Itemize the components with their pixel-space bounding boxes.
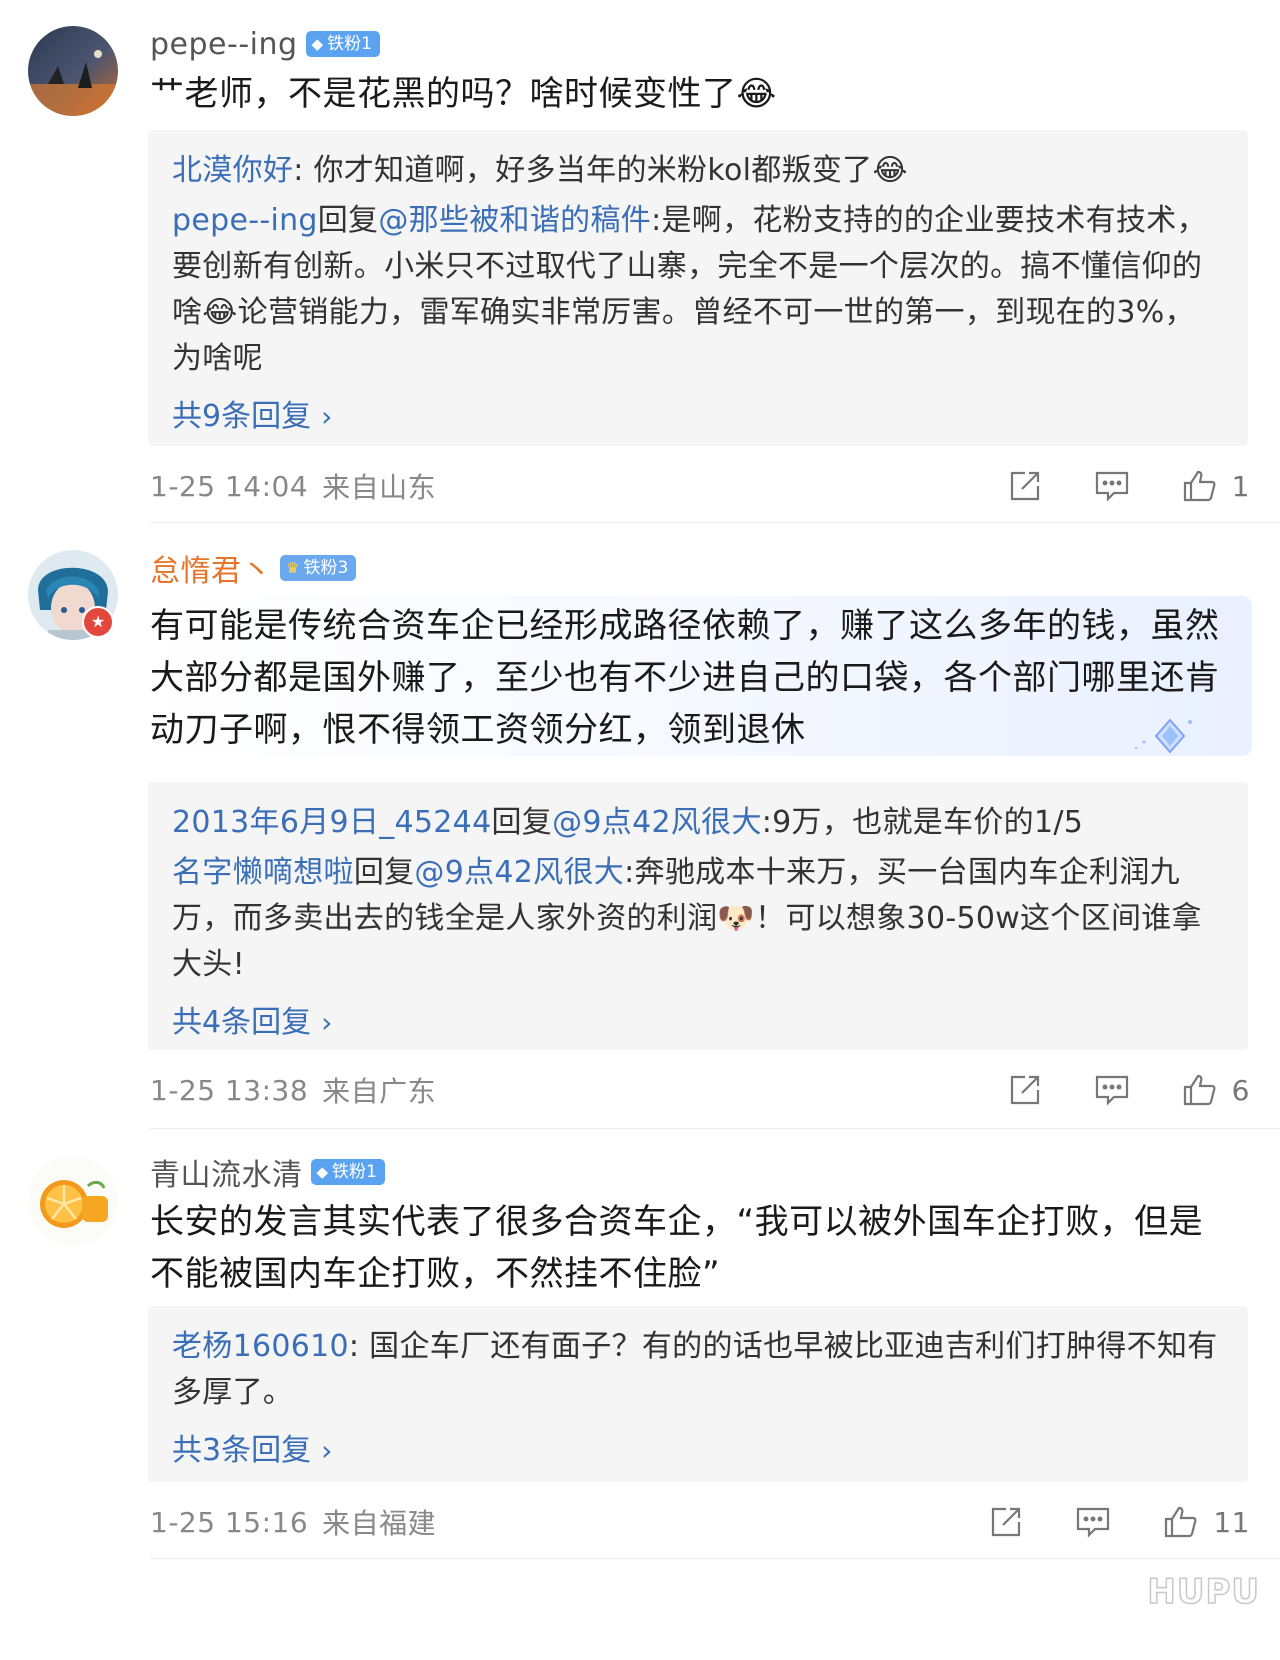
comment-text[interactable]: 艹老师，不是花黑的吗？啥时候变性了😂 — [150, 68, 1230, 120]
comment-icon — [1095, 1075, 1128, 1106]
view-more-label: 共3条回复 — [172, 1433, 312, 1468]
thumbs-up-icon — [1183, 470, 1216, 502]
comment-actions: 6 — [1008, 1068, 1250, 1112]
timestamp: 1-25 14:04 — [150, 469, 309, 503]
comment-icon — [1077, 1507, 1110, 1538]
reply-separator: : — [293, 153, 314, 188]
comment-text[interactable]: 长安的发言其实代表了很多合资车企，“我可以被外国车企打败，但是不能被国内车企打败… — [150, 1196, 1230, 1300]
fan-badge-label: 铁粉1 — [332, 1162, 377, 1182]
reply-author[interactable]: 2013年6月9日_45244 — [172, 805, 491, 840]
fan-badge[interactable]: ◆ 铁粉1 — [305, 31, 380, 57]
comment-meta: 1-25 15:16 来自福建 11 — [150, 1500, 1250, 1544]
comment-text[interactable]: 有可能是传统合资车企已经形成路径依赖了，赚了这么多年的钱，虽然大部分都是国外赚了… — [150, 600, 1230, 756]
location: 来自山东 — [322, 471, 437, 504]
reply-separator: : — [624, 855, 635, 890]
comment-button[interactable] — [1075, 1505, 1111, 1539]
share-button[interactable] — [989, 1505, 1023, 1539]
view-more-label: 共4条回复 — [172, 1005, 312, 1040]
timestamp: 1-25 13:38 — [150, 1073, 309, 1107]
reply-text: 你才知道啊，好多当年的米粉kol都叛变了😂 — [313, 153, 908, 188]
thumbs-up-icon — [1165, 1506, 1197, 1538]
chevron-right-icon: › — [321, 1434, 333, 1467]
view-more-label: 共9条回复 — [172, 399, 312, 434]
reply-author[interactable]: 老杨160610 — [172, 1329, 349, 1364]
crown-badge-icon: ♛ — [286, 559, 300, 577]
reply-item[interactable]: 名字懒嘀想啦回复@9点42风很大:奔驰成本十来万，买一台国内车企利润九万，而多卖… — [172, 850, 1224, 988]
reply-item[interactable]: pepe--ing回复@那些被和谐的稿件:是啊，花粉支持的的企业要技术有技术，要… — [172, 198, 1224, 382]
timestamp: 1-25 15:16 — [150, 1505, 309, 1539]
reply-separator: : — [348, 1329, 370, 1364]
location: 来自广东 — [322, 1075, 437, 1108]
avatar[interactable] — [28, 26, 118, 116]
reply-box[interactable]: 北漠你好: 你才知道啊，好多当年的米粉kol都叛变了😂 pepe--ing回复@… — [148, 130, 1248, 446]
diamond-badge-icon: ◆ — [311, 35, 324, 53]
reply-item[interactable]: 北漠你好: 你才知道啊，好多当年的米粉kol都叛变了😂 — [172, 148, 1224, 194]
reply-text: 9万，也就是车价的1/5 — [772, 805, 1084, 840]
share-button[interactable] — [1008, 1073, 1042, 1107]
reply-word: 回复 — [353, 855, 415, 890]
comment-meta: 1-25 13:38 来自广东 6 — [150, 1068, 1250, 1112]
like-count: 6 — [1231, 1073, 1250, 1107]
reply-target[interactable]: @那些被和谐的稿件 — [378, 203, 651, 238]
avatar[interactable] — [28, 1156, 118, 1246]
comment-icon — [1095, 471, 1128, 502]
share-icon — [992, 1507, 1021, 1537]
divider — [150, 522, 1280, 523]
reply-separator: : — [761, 805, 773, 840]
reply-author[interactable]: 北漠你好 — [172, 153, 293, 188]
reply-item[interactable]: 2013年6月9日_45244回复@9点42风很大:9万，也就是车价的1/5 — [172, 800, 1224, 846]
share-icon — [1010, 471, 1039, 501]
reply-box[interactable]: 2013年6月9日_45244回复@9点42风很大:9万，也就是车价的1/5 名… — [148, 782, 1248, 1050]
view-more-replies[interactable]: 共9条回复 › — [172, 392, 1224, 442]
reply-word: 回复 — [491, 805, 553, 840]
divider — [150, 1128, 1280, 1129]
comment-meta: 1-25 14:04 来自山东 1 — [150, 464, 1250, 508]
fan-badge-label: 铁粉1 — [327, 34, 372, 54]
reply-author[interactable]: pepe--ing — [172, 203, 318, 238]
location: 来自福建 — [322, 1507, 437, 1540]
fan-badge[interactable]: ◆ 铁粉1 — [310, 1159, 385, 1185]
like-button[interactable]: 6 — [1182, 1073, 1250, 1107]
like-count: 11 — [1213, 1505, 1250, 1539]
view-more-replies[interactable]: 共3条回复 › — [172, 1426, 1224, 1476]
share-button[interactable] — [1008, 469, 1042, 503]
comment-actions: 1 — [1008, 464, 1250, 508]
username-row: 青山流水清 ◆ 铁粉1 — [150, 1154, 385, 1193]
comment-button[interactable] — [1094, 1073, 1130, 1107]
username-row: pepe--ing ◆ 铁粉1 — [150, 26, 380, 62]
fan-badge-label: 铁粉3 — [303, 558, 349, 578]
chevron-right-icon: › — [321, 400, 333, 433]
hupu-watermark: HUPU — [1147, 1571, 1260, 1613]
comment-button[interactable] — [1094, 469, 1130, 503]
diamond-badge-icon: ◆ — [316, 1163, 329, 1181]
username[interactable]: 青山流水清 — [150, 1150, 303, 1194]
verified-badge: ★ — [82, 606, 114, 638]
thumbs-up-icon — [1183, 1074, 1216, 1106]
username-row: 怠惰君丶 ♛ 铁粉3 — [150, 550, 357, 589]
reply-target[interactable]: @9点42风很大 — [414, 855, 624, 890]
chevron-right-icon: › — [321, 1006, 333, 1039]
fan-badge[interactable]: ♛ 铁粉3 — [280, 555, 357, 581]
reply-item[interactable]: 老杨160610: 国企车厂还有面子？有的的话也早被比亚迪吉利们打肿得不知有多厚… — [172, 1324, 1224, 1416]
comment-actions: 11 — [989, 1500, 1250, 1544]
view-more-replies[interactable]: 共4条回复 › — [172, 998, 1224, 1048]
reply-target[interactable]: @9点42风很大 — [552, 805, 762, 840]
share-icon — [1010, 1075, 1039, 1105]
reply-author[interactable]: 名字懒嘀想啦 — [172, 855, 354, 890]
reply-word: 回复 — [317, 203, 379, 238]
like-count: 1 — [1231, 469, 1250, 503]
username[interactable]: 怠惰君丶 — [150, 546, 272, 590]
like-button[interactable]: 1 — [1182, 469, 1250, 503]
reply-box[interactable]: 老杨160610: 国企车厂还有面子？有的的话也早被比亚迪吉利们打肿得不知有多厚… — [148, 1306, 1248, 1482]
reply-separator: : — [651, 203, 662, 238]
divider — [150, 1558, 1280, 1559]
username[interactable]: pepe--ing — [150, 27, 298, 62]
like-button[interactable]: 11 — [1163, 1505, 1250, 1539]
